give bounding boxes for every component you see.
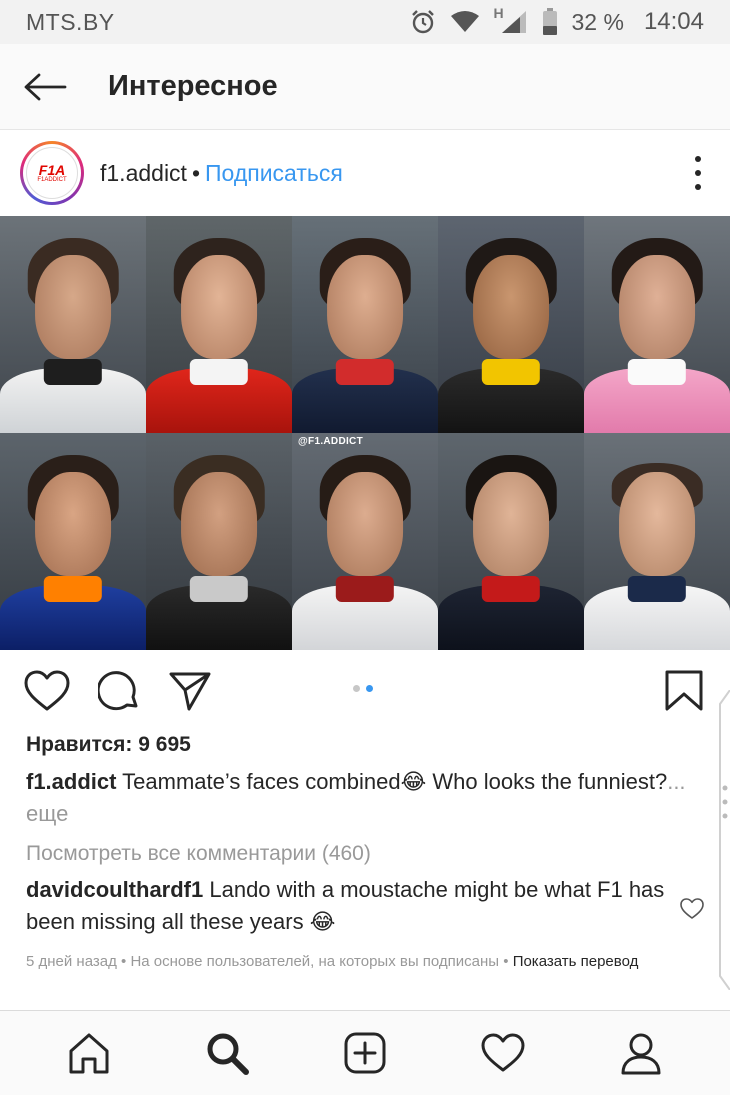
suggestion-reason: • На основе пользователей, на которых вы… (116, 953, 513, 970)
share-button[interactable] (168, 670, 212, 712)
signal-icon: H (494, 5, 528, 35)
portrait-tile (292, 216, 438, 433)
comment-button[interactable] (98, 670, 140, 712)
battery-icon (542, 8, 557, 35)
portrait-tile (438, 433, 584, 650)
edge-panel-handle[interactable] (716, 689, 730, 991)
post-header: F1A F1ADDICT f1.addict • Подписаться (0, 130, 730, 216)
status-bar: MTS.BY H 32 % 14:04 (0, 0, 730, 44)
home-icon (69, 1033, 109, 1074)
nav-home[interactable] (59, 1023, 119, 1083)
carousel-dot-active (366, 685, 373, 692)
post-caption: f1.addict Teammate’s faces combined😂 Who… (26, 766, 686, 830)
comment-icon (98, 671, 138, 711)
top-comment: davidcoulthardf1 Lando with a moustache … (26, 874, 666, 938)
post-meta: 5 дней назад • На основе пользователей, … (26, 952, 706, 972)
post-user-line: f1.addict • Подписаться (100, 160, 343, 187)
bottom-navigation (0, 1010, 730, 1095)
portrait-tile (0, 216, 146, 433)
activity-heart-icon (481, 1033, 525, 1072)
comment-username[interactable]: davidcoulthardf1 (26, 877, 203, 902)
portrait-tile (584, 216, 730, 433)
show-translation-link[interactable]: Показать перевод (513, 953, 639, 970)
wifi-icon (450, 11, 479, 32)
nav-profile[interactable] (611, 1023, 671, 1083)
bookmark-icon (665, 670, 703, 711)
post-image[interactable]: @F1.ADDICT (0, 216, 730, 650)
nav-search[interactable] (197, 1023, 257, 1083)
clock: 14:04 (643, 8, 704, 35)
page-title: Интересное (108, 70, 278, 102)
likes-count[interactable]: Нравится: 9 695 (26, 733, 191, 757)
search-icon (207, 1033, 249, 1075)
caption-username[interactable]: f1.addict (26, 769, 116, 794)
portrait-tile (146, 433, 292, 650)
portrait-tile (584, 433, 730, 650)
image-watermark: @F1.ADDICT (298, 436, 363, 447)
like-button[interactable] (24, 670, 70, 712)
separator-dot: • (191, 159, 201, 186)
portrait-tile (0, 433, 146, 650)
portrait-tile (292, 433, 438, 650)
follow-button[interactable]: Подписаться (205, 160, 343, 187)
back-button[interactable] (0, 44, 90, 130)
carousel-indicator (353, 685, 373, 692)
add-post-icon (344, 1032, 386, 1074)
bookmark-button[interactable] (664, 670, 704, 712)
more-dot-icon (695, 170, 701, 176)
alarm-icon (411, 10, 434, 34)
avatar-logo: F1A F1ADDICT (26, 147, 78, 199)
portrait-tile (438, 216, 584, 433)
avatar[interactable]: F1A F1ADDICT (20, 141, 84, 205)
profile-icon (621, 1033, 661, 1075)
view-all-comments-link[interactable]: Посмотреть все комментарии (460) (26, 842, 371, 866)
comment-like-button[interactable] (680, 898, 704, 925)
more-dot-icon (695, 184, 701, 190)
avatar-logo-subtext: F1ADDICT (37, 176, 67, 183)
post-username[interactable]: f1.addict (100, 160, 187, 187)
arrow-left-icon (24, 73, 67, 100)
app-header: Интересное (0, 44, 730, 130)
nav-add-post[interactable] (335, 1023, 395, 1083)
carrier-name: MTS.BY (26, 8, 115, 35)
avatar-logo-text: F1A (38, 161, 66, 178)
status-icons: H 32 % 14:04 (410, 5, 704, 36)
heart-icon (680, 898, 704, 919)
post-actions (0, 650, 730, 734)
portrait-tile (146, 216, 292, 433)
caption-text: Teammate’s faces combined😂 Who looks the… (116, 769, 668, 794)
share-icon (169, 672, 211, 711)
post-time: 5 дней назад (26, 953, 117, 970)
battery-percent: 32 % (571, 8, 624, 35)
more-dot-icon (695, 156, 701, 162)
more-options-button[interactable] (694, 156, 702, 190)
nav-activity[interactable] (473, 1023, 533, 1083)
heart-icon (24, 670, 70, 711)
carousel-dot (353, 685, 360, 692)
